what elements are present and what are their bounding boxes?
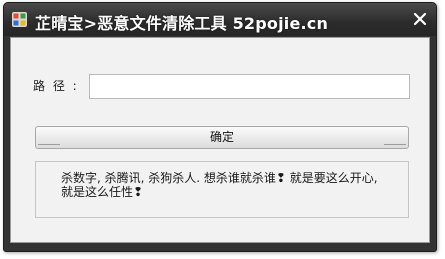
ok-button-label: 确定 xyxy=(209,130,234,144)
button-edge-left xyxy=(38,144,60,145)
title-bar[interactable]: 芷晴宝>恶意文件清除工具 52pojie.cn xyxy=(4,3,436,36)
path-label: 路 径 : xyxy=(33,79,79,93)
dialog-body: 路 径 : 确定 杀数字, 杀腾讯, 杀狗杀人. 想杀谁就杀谁❢ 就是要这么开心… xyxy=(10,37,430,243)
message-box: 杀数字, 杀腾讯, 杀狗杀人. 想杀谁就杀谁❢ 就是要这么开心, 就是这么任性❢ xyxy=(35,161,409,218)
app-icon xyxy=(12,12,27,27)
ok-button[interactable]: 确定 xyxy=(35,126,409,149)
close-icon[interactable] xyxy=(413,12,427,26)
app-window: 芷晴宝>恶意文件清除工具 52pojie.cn 路 径 : 确定 杀数字, 杀腾… xyxy=(3,2,437,252)
window-title: 芷晴宝>恶意文件清除工具 52pojie.cn xyxy=(35,14,329,33)
message-text: 杀数字, 杀腾讯, 杀狗杀人. 想杀谁就杀谁❢ 就是要这么开心, 就是这么任性❢ xyxy=(61,171,378,199)
button-edge-right xyxy=(384,144,406,145)
path-input[interactable] xyxy=(89,74,410,99)
